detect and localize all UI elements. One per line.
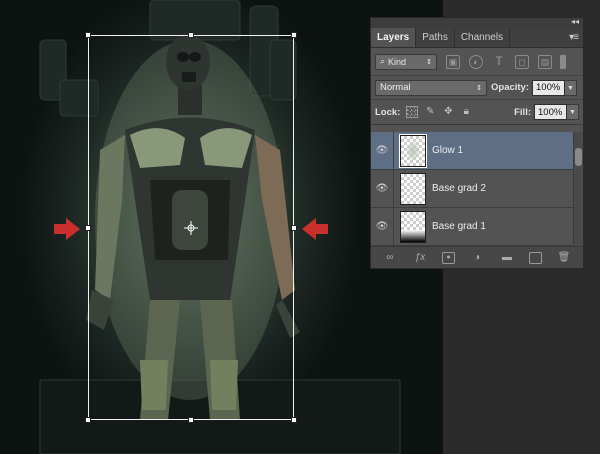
- layer-name: Base grad 2: [432, 183, 486, 194]
- transform-handle-top-right[interactable]: [291, 32, 297, 38]
- transform-handle-middle-left[interactable]: [85, 225, 91, 231]
- fx-icon[interactable]: ƒx: [412, 251, 428, 265]
- layers-panel[interactable]: ◂◂ Layers Paths Channels ▾≡ ⌕ Kind ⇕ ▣ ◐…: [370, 17, 584, 269]
- visibility-eye-icon[interactable]: 👁︎: [371, 208, 394, 245]
- image-filter-icon[interactable]: ▣: [446, 54, 460, 69]
- layer-name: Glow 1: [432, 145, 464, 156]
- opacity-input[interactable]: 100%: [532, 79, 566, 96]
- type-filter-icon[interactable]: T: [492, 55, 506, 69]
- layer-row-glow-1[interactable]: 👁︎ Glow 1: [371, 132, 573, 170]
- layer-filter-bar: ⌕ Kind ⇕ ▣ ◐ T ◻ ▤: [371, 48, 583, 76]
- layer-list-scrollbar[interactable]: [573, 132, 583, 247]
- layer-thumbnail: [400, 172, 426, 205]
- lock-all-icon[interactable]: 🔒︎: [460, 106, 472, 118]
- panel-tabs: Layers Paths Channels ▾≡: [371, 28, 583, 48]
- smart-object-filter-icon[interactable]: ▤: [538, 54, 552, 69]
- layer-row-base-grad-1[interactable]: 👁︎ Base grad 1: [371, 208, 573, 246]
- transform-handle-bottom-right[interactable]: [291, 417, 297, 423]
- mask-icon[interactable]: ●: [442, 251, 455, 264]
- fill-dropdown-icon[interactable]: ▼: [567, 104, 579, 120]
- folder-icon[interactable]: ▬: [499, 251, 515, 265]
- kind-label: Kind: [388, 56, 407, 67]
- transform-handle-middle-right[interactable]: [291, 225, 297, 231]
- blend-mode-select[interactable]: Normal ⇕: [375, 79, 487, 96]
- transform-handle-bottom-center[interactable]: [188, 417, 194, 423]
- opacity-dropdown-icon[interactable]: ▼: [565, 79, 578, 96]
- transform-handle-top-left[interactable]: [85, 32, 91, 38]
- layer-thumbnail: [400, 210, 426, 243]
- panel-menu-icon[interactable]: ▾≡: [569, 32, 579, 43]
- fill-input[interactable]: 100%: [534, 104, 567, 120]
- layer-list[interactable]: 👁︎ Glow 1 👁︎ Base grad 2 👁︎ Base grad 1: [371, 132, 573, 247]
- shape-filter-icon[interactable]: ◻: [515, 54, 529, 69]
- panel-bottom-toolbar: ∞ ƒx ● ◑ ▬ 🗑︎: [371, 246, 583, 268]
- trash-icon[interactable]: 🗑︎: [556, 251, 572, 265]
- tab-layers[interactable]: Layers: [371, 28, 417, 47]
- transform-center-crosshair-icon[interactable]: [184, 221, 198, 235]
- stepper-icon: ⇕: [426, 58, 432, 66]
- kind-filter-select[interactable]: ⌕ Kind ⇕: [375, 53, 437, 70]
- fill-label: Fill:: [514, 106, 531, 118]
- transform-handle-bottom-left[interactable]: [85, 417, 91, 423]
- visibility-eye-icon[interactable]: 👁︎: [371, 170, 394, 207]
- opacity-label: Opacity:: [491, 82, 530, 93]
- blend-options-row: Normal ⇕ Opacity: 100% ▼: [371, 76, 583, 100]
- lock-label: Lock:: [375, 106, 401, 118]
- red-arrow-left-icon: [302, 218, 328, 240]
- tab-paths[interactable]: Paths: [416, 28, 455, 47]
- tab-channels[interactable]: Channels: [455, 28, 511, 47]
- layer-thumbnail: [399, 133, 427, 168]
- red-arrow-right-icon: [54, 218, 80, 240]
- layer-name: Base grad 1: [432, 221, 486, 232]
- new-layer-icon[interactable]: [529, 251, 542, 264]
- lock-position-icon[interactable]: ✥: [442, 106, 454, 118]
- scrollbar-thumb[interactable]: [575, 148, 582, 166]
- visibility-eye-icon[interactable]: 👁︎: [371, 132, 394, 169]
- transform-handle-top-center[interactable]: [188, 32, 194, 38]
- layer-row-base-grad-2[interactable]: 👁︎ Base grad 2: [371, 170, 573, 208]
- lock-image-pixels-icon[interactable]: ✎: [424, 106, 436, 118]
- adjustment-filter-icon[interactable]: ◐: [469, 54, 483, 69]
- lock-options-row: Lock: ✎ ✥ 🔒︎ Fill: 100% ▼: [371, 100, 583, 125]
- adjustment-icon[interactable]: ◑: [469, 251, 485, 265]
- link-icon[interactable]: ∞: [382, 251, 398, 265]
- stepper-icon: ⇕: [476, 84, 482, 92]
- panel-title-bar[interactable]: ◂◂: [371, 17, 583, 28]
- filter-toggle-switch[interactable]: [560, 54, 566, 69]
- search-icon: ⌕: [380, 56, 386, 66]
- blend-mode-value: Normal: [380, 82, 411, 93]
- collapse-icon[interactable]: ◂◂: [571, 17, 579, 26]
- lock-transparent-pixels-icon[interactable]: [406, 106, 419, 118]
